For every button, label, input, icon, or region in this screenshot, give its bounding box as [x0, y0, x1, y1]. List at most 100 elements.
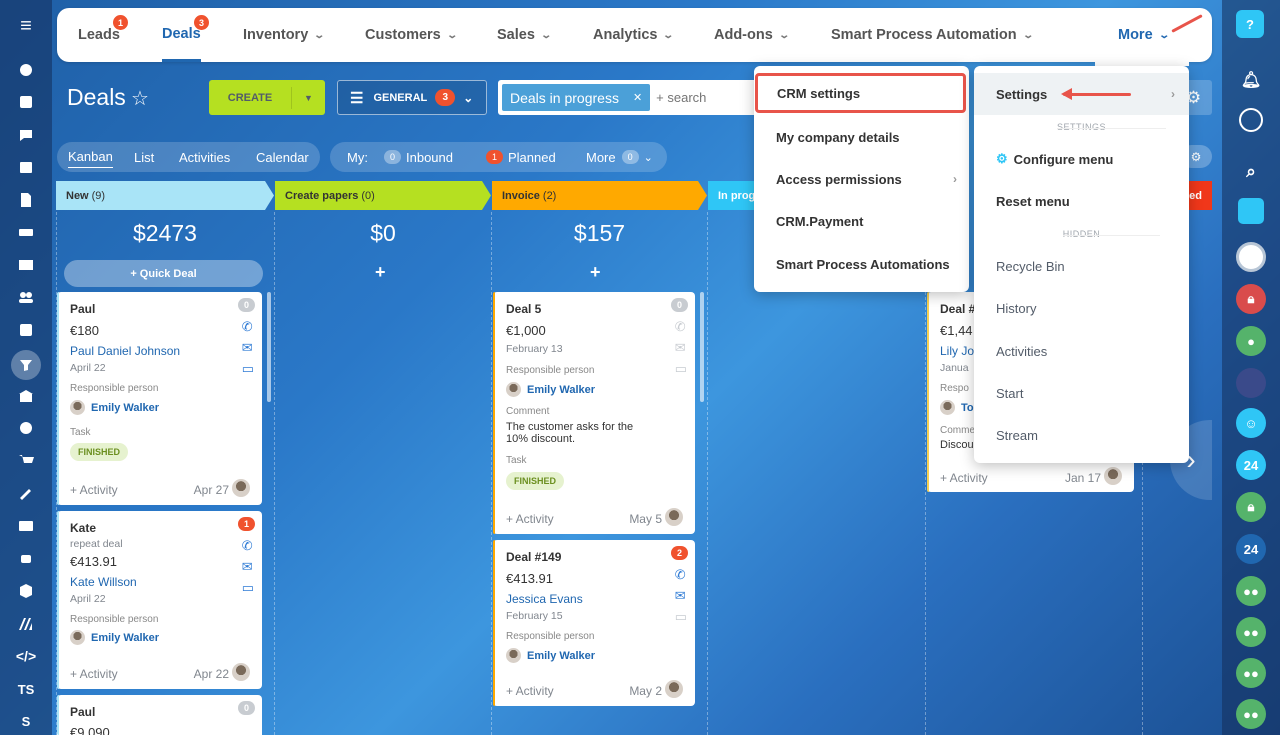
- dashboard-icon[interactable]: [14, 58, 38, 82]
- add-activity-link[interactable]: + Activity: [506, 684, 554, 698]
- menu-my-company-details[interactable]: My company details: [754, 116, 969, 158]
- email-icon[interactable]: ✉: [675, 588, 687, 605]
- phone-icon[interactable]: ✆: [675, 567, 687, 584]
- target-icon[interactable]: [14, 416, 38, 440]
- card-title[interactable]: Kate: [70, 521, 96, 535]
- locked-chat-icon[interactable]: 🔒︎: [1236, 284, 1266, 314]
- deal-card-kate[interactable]: Kate 1 repeat deal €413.91 Kate Willson …: [57, 511, 262, 689]
- responsible-person[interactable]: Emily Walker: [70, 400, 159, 415]
- group-chat-icon-1[interactable]: ●●: [1236, 576, 1266, 606]
- add-deal-plus-icon[interactable]: +: [590, 262, 601, 283]
- tab-activities[interactable]: Activities: [179, 142, 230, 172]
- phone-icon[interactable]: ✆: [675, 319, 687, 336]
- bitrix24-icon[interactable]: 24: [1236, 450, 1266, 480]
- chat-bubble-icon[interactable]: [1239, 108, 1263, 132]
- search-icon[interactable]: ⌕: [1236, 157, 1266, 187]
- nav-more[interactable]: More ⌄: [1118, 14, 1170, 56]
- menu-access-permissions[interactable]: Access permissions ›: [754, 158, 969, 200]
- nav-addons[interactable]: Add-ons ⌄: [714, 8, 790, 62]
- remove-tag-icon[interactable]: ✕: [633, 91, 642, 104]
- column-scrollbar[interactable]: [267, 292, 271, 402]
- nav-sales[interactable]: Sales ⌄: [497, 8, 552, 62]
- responsible-person[interactable]: Emily Walker: [70, 630, 159, 645]
- developer-icon[interactable]: </>: [14, 644, 38, 668]
- hamburger-menu-icon[interactable]: ≡: [14, 14, 38, 38]
- employees-icon[interactable]: [14, 285, 38, 309]
- drive-icon[interactable]: [14, 220, 38, 244]
- card-contact[interactable]: Jessica Evans: [506, 592, 583, 606]
- card-contact[interactable]: Paul Daniel Johnson: [70, 344, 180, 358]
- card-title[interactable]: Deal #149: [506, 550, 561, 564]
- cube-icon[interactable]: [14, 579, 38, 603]
- deal-card-paul[interactable]: Paul 0 €180 Paul Daniel Johnson April 22…: [57, 292, 262, 505]
- email-icon[interactable]: ✉: [675, 340, 687, 357]
- group-chat-icon-4[interactable]: ●●: [1236, 699, 1266, 729]
- card-title[interactable]: Paul: [70, 302, 95, 316]
- quick-deal-button[interactable]: + Quick Deal: [64, 260, 263, 287]
- contact-app-icon[interactable]: [1236, 242, 1266, 272]
- group-chat-icon-2[interactable]: ●●: [1236, 617, 1266, 647]
- menu-stream[interactable]: Stream: [974, 414, 1189, 456]
- email-icon[interactable]: ✉: [242, 559, 254, 576]
- email-icon[interactable]: ✉: [242, 340, 254, 357]
- robot-icon[interactable]: [14, 546, 38, 570]
- tasks-icon[interactable]: [14, 318, 38, 342]
- ts-item[interactable]: TS: [14, 677, 38, 701]
- add-activity-link[interactable]: + Activity: [506, 512, 554, 526]
- menu-start[interactable]: Start: [974, 372, 1189, 414]
- menu-smart-process-automations[interactable]: Smart Process Automations: [754, 243, 969, 285]
- create-dropdown-icon[interactable]: ▼: [291, 86, 325, 109]
- stage-new[interactable]: New (9): [56, 181, 274, 210]
- cart-icon[interactable]: [14, 449, 38, 473]
- message-icon[interactable]: ▭: [675, 361, 687, 378]
- document-icon[interactable]: [14, 188, 38, 212]
- phone-icon[interactable]: ✆: [242, 538, 254, 555]
- nav-analytics[interactable]: Analytics ⌄: [593, 8, 675, 62]
- nav-leads[interactable]: Leads: [78, 8, 120, 62]
- nav-more-tab[interactable]: More ⌄: [1095, 14, 1189, 66]
- message-icon[interactable]: ▭: [242, 580, 254, 597]
- tab-calendar[interactable]: Calendar: [256, 142, 309, 172]
- phone-icon[interactable]: ✆: [242, 319, 254, 336]
- contact-card-icon[interactable]: [14, 514, 38, 538]
- search-input[interactable]: [656, 90, 757, 105]
- calendar-icon[interactable]: [14, 155, 38, 179]
- tab-list[interactable]: List: [134, 142, 154, 172]
- column-scrollbar[interactable]: [700, 292, 704, 402]
- add-deal-plus-icon[interactable]: +: [375, 262, 386, 283]
- message-icon[interactable]: ▭: [242, 361, 254, 378]
- menu-recycle-bin[interactable]: Recycle Bin: [974, 245, 1189, 287]
- menu-activities[interactable]: Activities: [974, 330, 1189, 372]
- inbound-filter[interactable]: 0 Inbound: [384, 142, 453, 172]
- locked-group-icon[interactable]: 🔒︎: [1236, 492, 1266, 522]
- marketplace-icon[interactable]: [14, 612, 38, 636]
- nav-customers[interactable]: Customers ⌄: [365, 8, 458, 62]
- store-icon[interactable]: [14, 384, 38, 408]
- responsible-person[interactable]: Emily Walker: [506, 382, 595, 397]
- photo-avatar-icon[interactable]: [1236, 368, 1266, 398]
- user-avatar-icon[interactable]: ●: [1236, 326, 1266, 356]
- create-button[interactable]: CREATE ▼: [209, 80, 325, 115]
- crm-funnel-icon[interactable]: [11, 350, 41, 380]
- menu-crm-payment[interactable]: CRM.Payment: [754, 200, 969, 242]
- group-chat-icon-3[interactable]: ●●: [1236, 658, 1266, 688]
- pipeline-selector[interactable]: ☰ GENERAL 3 ⌄: [337, 80, 487, 115]
- nav-deals[interactable]: Deals: [162, 8, 201, 62]
- message-icon[interactable]: ▭: [675, 609, 687, 626]
- card-title[interactable]: Deal #: [940, 302, 975, 316]
- menu-configure-menu[interactable]: ⚙ Configure menu: [974, 138, 1189, 180]
- favorite-star-icon[interactable]: ☆: [131, 86, 149, 111]
- stage-create-papers[interactable]: Create papers (0): [275, 181, 491, 210]
- deal-card-paul-2[interactable]: Paul 0 €9,090: [57, 695, 262, 735]
- menu-history[interactable]: History: [974, 287, 1189, 329]
- stage-invoice[interactable]: Invoice (2): [492, 181, 707, 210]
- card-title[interactable]: Deal 5: [506, 302, 541, 316]
- s-item[interactable]: S: [14, 709, 38, 733]
- card-contact[interactable]: Lily Jo: [940, 344, 974, 358]
- menu-crm-settings[interactable]: CRM settings: [755, 73, 966, 113]
- add-activity-link[interactable]: + Activity: [70, 483, 118, 497]
- nav-inventory[interactable]: Inventory ⌄: [243, 8, 325, 62]
- menu-reset-menu[interactable]: Reset menu: [974, 180, 1189, 222]
- card-title[interactable]: Paul: [70, 705, 95, 719]
- help-icon[interactable]: ?: [1236, 10, 1264, 38]
